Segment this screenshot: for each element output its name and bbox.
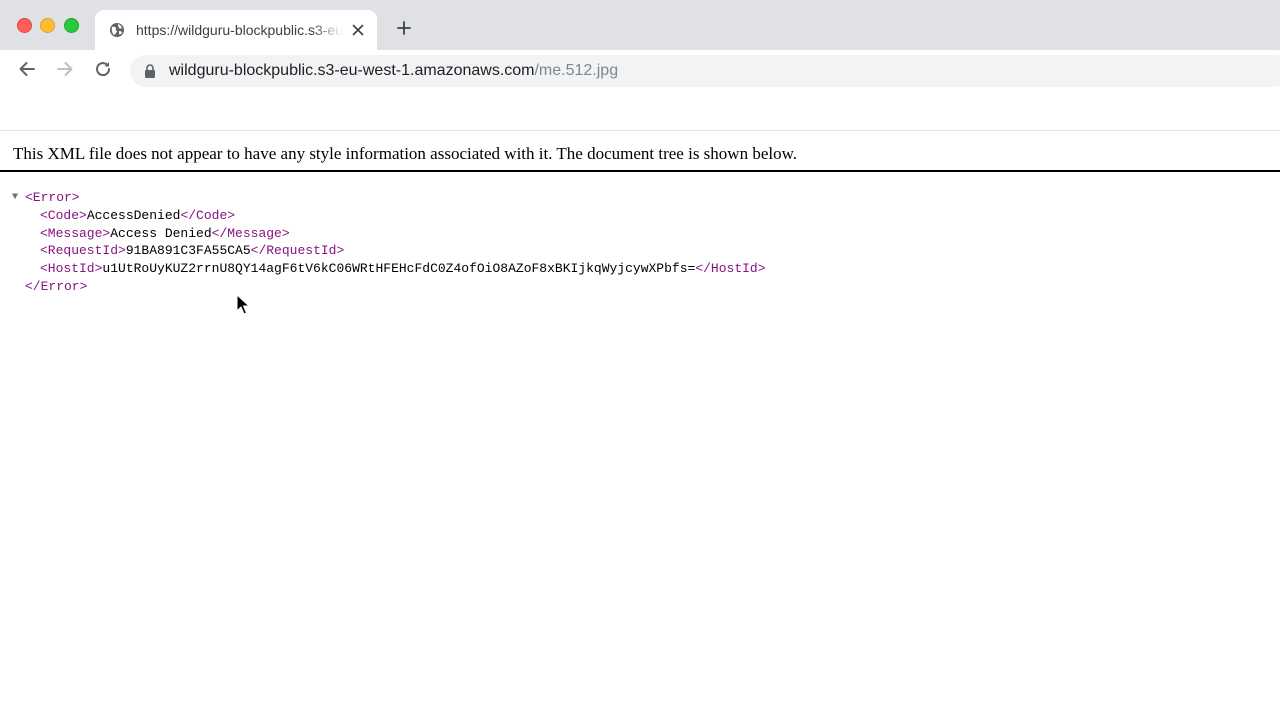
url-path: /me.512.jpg <box>534 62 619 79</box>
xml-tag: </HostId> <box>695 261 766 277</box>
back-button[interactable] <box>15 59 39 83</box>
xml-value: AccessDenied <box>86 207 181 223</box>
arrow-left-icon <box>18 60 36 83</box>
xml-tag: <RequestId> <box>40 243 126 259</box>
xml-tree: ▼ <Error> <Code>AccessDenied</Code> <Mes… <box>12 189 766 296</box>
xml-tag: <Code> <box>40 207 87 223</box>
close-icon[interactable] <box>349 21 367 39</box>
plus-icon <box>397 20 411 40</box>
xml-node-line: <HostId>u1UtRoUyKUZ2rrnU8QY14agF6tV6kC06… <box>12 260 766 278</box>
xml-root-close-line: </Error> <box>12 278 766 296</box>
xml-info-banner: This XML file does not appear to have an… <box>0 131 1280 172</box>
reload-button[interactable] <box>91 59 115 83</box>
globe-icon <box>109 22 125 38</box>
window-close-button[interactable] <box>17 18 32 33</box>
xml-tag: </Error> <box>25 278 88 294</box>
address-bar[interactable]: wildguru-blockpublic.s3-eu-west-1.amazon… <box>130 55 1280 87</box>
browser-tab[interactable]: https://wildguru-blockpublic.s3-eu-west-… <box>95 10 377 50</box>
xml-node-line: <Code>AccessDenied</Code> <box>12 207 766 225</box>
tab-title: https://wildguru-blockpublic.s3-eu-west-… <box>136 22 343 38</box>
toolbar: wildguru-blockpublic.s3-eu-west-1.amazon… <box>0 50 1280 92</box>
tab-strip: https://wildguru-blockpublic.s3-eu-west-… <box>0 0 1280 50</box>
browser-window: https://wildguru-blockpublic.s3-eu-west-… <box>0 0 1280 720</box>
xml-root-open-line[interactable]: ▼ <Error> <box>12 189 766 207</box>
xml-tag: <Message> <box>40 225 111 241</box>
window-maximize-button[interactable] <box>64 18 79 33</box>
xml-value: 91BA891C3FA55CA5 <box>125 243 251 259</box>
xml-value: u1UtRoUyKUZ2rrnU8QY14agF6tV6kC06WRtHFEHc… <box>102 261 696 277</box>
page-content: This XML file does not appear to have an… <box>0 131 1280 720</box>
xml-value: Access Denied <box>110 225 212 241</box>
xml-tag: </RequestId> <box>250 243 345 259</box>
xml-node-line: <Message>Access Denied</Message> <box>12 225 766 243</box>
collapse-arrow-icon[interactable]: ▼ <box>12 189 25 207</box>
xml-tag: </Code> <box>180 207 236 223</box>
reload-icon <box>94 60 112 83</box>
xml-tag: <HostId> <box>40 261 103 277</box>
xml-node-line: <RequestId>91BA891C3FA55CA5</RequestId> <box>12 242 766 260</box>
forward-button[interactable] <box>53 59 77 83</box>
window-minimize-button[interactable] <box>40 18 55 33</box>
lock-icon[interactable] <box>144 64 156 78</box>
arrow-right-icon <box>56 60 74 83</box>
url-text[interactable]: wildguru-blockpublic.s3-eu-west-1.amazon… <box>169 62 618 80</box>
xml-tag: </Message> <box>211 225 290 241</box>
url-host: wildguru-blockpublic.s3-eu-west-1.amazon… <box>169 62 535 79</box>
mouse-cursor-icon <box>236 293 251 316</box>
xml-info-text: This XML file does not appear to have an… <box>13 144 798 163</box>
new-tab-button[interactable] <box>392 18 416 42</box>
